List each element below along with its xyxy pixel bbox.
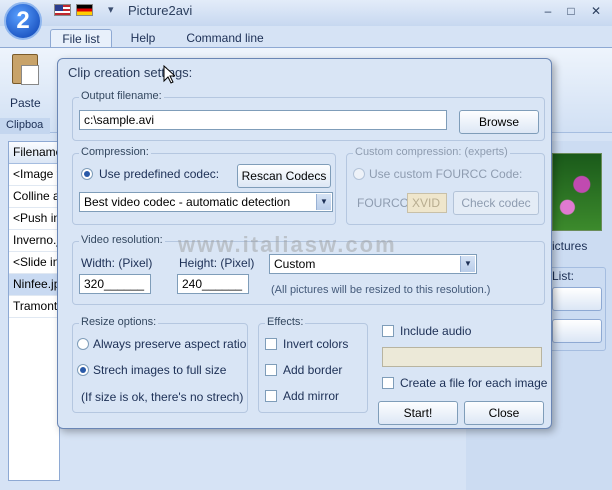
include-audio-checkbox[interactable] [382, 325, 394, 337]
chevron-down-icon[interactable]: ▼ [316, 194, 331, 210]
list-item[interactable]: Tramonto [9, 296, 59, 318]
create-file-each-checkbox[interactable] [382, 377, 394, 389]
resolution-preset-value: Custom [274, 257, 316, 271]
list-item[interactable]: <Push in [9, 208, 59, 230]
create-file-each-label: Create a file for each image [400, 376, 548, 390]
codec-select[interactable]: Best video codec - automatic detection ▼ [79, 192, 333, 212]
height-input[interactable]: 240______ [177, 274, 249, 294]
tab-command-line[interactable]: Command line [180, 29, 270, 49]
compression-label: Compression: [79, 146, 151, 158]
effects-group: Effects: Invert colors Add border Add mi… [258, 316, 368, 413]
list-item[interactable]: Inverno.j [9, 230, 59, 252]
chevron-down-icon[interactable]: ▼ [460, 256, 475, 272]
resize-options-group: Resize options: Always preserve aspect r… [72, 316, 248, 413]
height-label: Height: (Pixel) [179, 256, 255, 270]
list-item[interactable]: <Image f [9, 164, 59, 186]
add-mirror-label: Add mirror [283, 389, 340, 403]
browse-button[interactable]: Browse [459, 110, 539, 134]
rescan-codecs-button[interactable]: Rescan Codecs [237, 164, 331, 188]
output-filename-label: Output filename: [79, 90, 164, 102]
include-audio-label: Include audio [400, 324, 472, 338]
width-label: Width: (Pixel) [81, 256, 153, 270]
title-bar: ▾ Picture2avi – □ ✕ [0, 0, 612, 26]
close-button[interactable]: Close [464, 401, 544, 425]
audio-file-input[interactable] [382, 347, 542, 367]
list-item[interactable]: <Slide in [9, 252, 59, 274]
quick-access-dropdown-icon[interactable]: ▾ [108, 3, 114, 16]
minimize-button[interactable]: – [538, 2, 558, 20]
check-codec-button[interactable]: Check codec [453, 191, 539, 215]
use-custom-fourcc-label: Use custom FOURCC Code: [369, 167, 523, 181]
output-filename-group: Output filename: c:\sample.avi Browse [72, 90, 545, 141]
pictures-label: ictures [552, 239, 588, 253]
tab-help[interactable]: Help [122, 29, 164, 49]
paste-icon[interactable] [12, 54, 39, 85]
preserve-aspect-label: Always preserve aspect ratio [93, 337, 247, 351]
mouse-cursor-icon [163, 65, 175, 84]
preserve-aspect-radio[interactable] [77, 338, 89, 350]
us-flag-icon[interactable] [54, 4, 71, 16]
codec-select-value: Best video codec - automatic detection [84, 195, 291, 209]
app-logo-icon[interactable]: 2 [4, 2, 42, 40]
invert-colors-label: Invert colors [283, 337, 349, 351]
stretch-images-radio[interactable] [77, 364, 89, 376]
list-action-button-2[interactable] [552, 319, 602, 343]
add-border-checkbox[interactable] [265, 364, 277, 376]
use-predefined-codec-radio[interactable] [81, 168, 93, 180]
custom-compression-label: Custom compression: (experts) [353, 146, 510, 158]
resolution-note: (All pictures will be resized to this re… [271, 284, 491, 296]
output-filename-input[interactable]: c:\sample.avi [79, 110, 447, 130]
clipboard-group-label: Clipboa [0, 118, 50, 134]
invert-colors-checkbox[interactable] [265, 338, 277, 350]
paste-button[interactable]: Paste [10, 96, 41, 110]
stretch-images-label: Strech images to full size [93, 363, 227, 377]
width-input[interactable]: 320______ [79, 274, 151, 294]
tab-file-list[interactable]: File list [50, 29, 112, 49]
list-action-button-1[interactable] [552, 287, 602, 311]
compression-group: Compression: Use predefined codec: Resca… [72, 146, 336, 225]
close-window-button[interactable]: ✕ [586, 2, 606, 20]
list-item-selected[interactable]: Ninfee.jp [9, 274, 59, 296]
add-border-label: Add border [283, 363, 343, 377]
use-custom-fourcc-radio[interactable] [353, 168, 365, 180]
add-mirror-checkbox[interactable] [265, 390, 277, 402]
window-title: Picture2avi [128, 3, 193, 18]
start-button[interactable]: Start! [378, 401, 458, 425]
file-list[interactable]: Filename <Image f Colline az <Push in In… [8, 141, 60, 481]
filename-column-header[interactable]: Filename [9, 142, 59, 164]
use-predefined-codec-label: Use predefined codec: [99, 167, 220, 181]
fourcc-label: FOURCC: [357, 196, 412, 210]
watermark: www.italiasw.com [178, 232, 397, 257]
image-preview-thumbnail [552, 153, 602, 231]
custom-compression-group: Custom compression: (experts) Use custom… [346, 146, 545, 225]
resize-options-label: Resize options: [79, 316, 159, 328]
video-resolution-label: Video resolution: [79, 234, 165, 246]
german-flag-icon[interactable] [76, 4, 93, 16]
list-label: List: [552, 269, 575, 283]
resize-note: (If size is ok, there's no strech) [81, 390, 244, 404]
maximize-button[interactable]: □ [561, 2, 581, 20]
fourcc-input[interactable]: XVID [407, 193, 447, 213]
ribbon-tabs: File list Help Command line [0, 26, 612, 49]
effects-label: Effects: [265, 316, 306, 328]
list-item[interactable]: Colline az [9, 186, 59, 208]
